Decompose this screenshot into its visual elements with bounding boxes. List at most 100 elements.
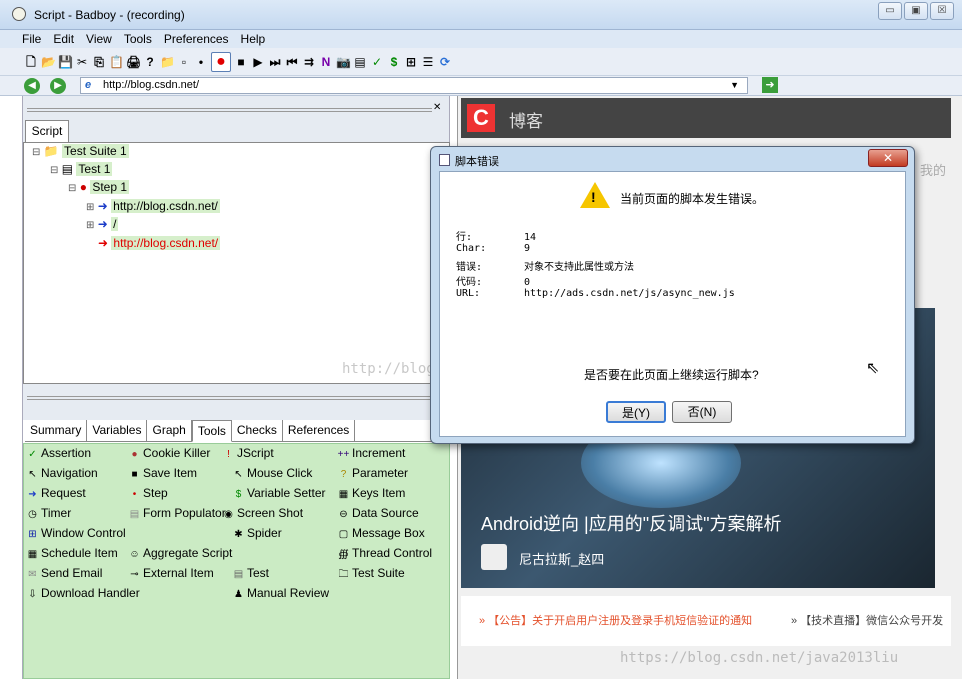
tool-aggregate-script[interactable]: ☺ Aggregate Script [128,544,232,563]
open-icon[interactable]: 📂 [41,54,56,70]
expand-icon[interactable]: ⊞ [86,202,94,213]
list-icon[interactable]: ☰ [421,54,435,70]
forward-icon[interactable]: ▶ [50,78,66,94]
refresh-icon[interactable]: ⟳ [438,54,452,70]
menu-tools[interactable]: Tools [124,32,152,46]
notice-link[interactable]: » 【公告】关于开启用户注册及登录手机短信验证的通知 [479,612,752,628]
tool-external-item[interactable]: ⊸ External Item [128,564,213,583]
collapse-icon[interactable]: ⊟ [50,165,58,176]
author-name[interactable]: 尼古拉斯_赵四 [519,549,604,568]
tool-data-source[interactable]: ⊖ Data Source [337,504,418,523]
tool-cookie-killer[interactable]: ● Cookie Killer [128,444,210,463]
save-icon[interactable]: 💾 [58,54,73,70]
no-button[interactable]: 否(N) [672,401,732,423]
tool-screen-shot[interactable]: ◉ Screen Shot [222,504,303,523]
close-button[interactable]: ☒ [930,2,954,20]
paste-icon[interactable]: 📋 [109,54,124,70]
tab-checks[interactable]: Checks [232,420,283,441]
splitter[interactable] [27,108,432,112]
play-icon[interactable]: ▶ [251,54,265,70]
tool-save-item[interactable]: ■ Save Item [128,464,197,483]
collapse-icon[interactable]: ⊟ [68,183,76,194]
rewind-icon[interactable]: ⏮ [285,54,299,70]
tool-keys-item[interactable]: ▦ Keys Item [337,484,406,503]
tool-message-box[interactable]: ▢ Message Box [337,524,425,543]
expand-icon[interactable]: ⊞ [86,220,94,231]
tool-increment[interactable]: ++ Increment [337,444,406,463]
tool-parameter[interactable]: ? Parameter [337,464,408,483]
tree-node-suite[interactable]: ⊟ 📁 Test Suite 1 [32,143,129,160]
cut-icon[interactable]: ✂ [75,54,89,70]
avatar[interactable] [481,544,507,570]
add-suite-icon[interactable]: 📁 [160,54,175,70]
navigation-icon[interactable]: N [319,54,333,70]
tool-assertion[interactable]: ✓ Assertion [26,444,91,463]
tool-send-email[interactable]: ✉ Send Email [26,564,102,583]
tree-node-request[interactable]: ⊞ ➜ http://blog.csdn.net/ [86,198,220,215]
assertion-icon[interactable]: ✓ [370,54,384,70]
form-icon[interactable]: ▤ [353,54,367,70]
tool-manual-review[interactable]: ♟ Manual Review [232,584,329,603]
close-pane-icon[interactable]: ✕ [433,102,441,113]
tab-variables[interactable]: Variables [87,420,148,441]
tool-jscript[interactable]: ! JScript [222,444,274,463]
tool-window-control[interactable]: ⊞ Window Control [26,524,125,543]
grid-icon[interactable]: ⊞ [404,54,418,70]
csdn-logo[interactable]: C [467,104,495,132]
screenshot-icon[interactable]: 📷 [336,54,351,70]
tool-navigation[interactable]: ↖ Navigation [26,464,97,483]
maximize-button[interactable]: ▣ [904,2,928,20]
url-input[interactable]: e http://blog.csdn.net/ ▼ [80,77,748,94]
tool-label: Aggregate Script [143,546,233,560]
tree-node-request[interactable]: ➜ http://blog.csdn.net/ [98,235,221,252]
tab-summary[interactable]: Summary [25,420,88,441]
notice-link[interactable]: » 【技术直播】微信公众号开发 [791,612,943,628]
splitter[interactable] [27,396,432,400]
tab-references[interactable]: References [283,420,356,441]
menu-file[interactable]: File [22,32,41,46]
tool-schedule-item[interactable]: ▦ Schedule Item [26,544,118,563]
hero-title[interactable]: Android逆向 |应用的"反调试"方案解析 [481,510,782,536]
tool-form-populator[interactable]: ▤ Form Populator [128,504,226,523]
yes-button[interactable]: 是(Y) [606,401,666,423]
record-icon[interactable]: ● [211,51,231,72]
add-test-icon[interactable]: ▫ [177,54,191,70]
variable-icon[interactable]: $ [387,54,401,70]
stop-icon[interactable]: ■ [234,54,248,70]
tab-tools[interactable]: Tools [191,420,232,442]
step-icon[interactable]: ⇉ [302,54,316,70]
tool-thread-control[interactable]: ∰ Thread Control [337,544,432,563]
tool-mouse-click[interactable]: ↖ Mouse Click [232,464,312,483]
back-icon[interactable]: ◀ [24,78,40,94]
tool-step[interactable]: • Step [128,484,168,503]
tool-timer[interactable]: ◷ Timer [26,504,71,523]
site-brand[interactable]: 博客 [509,107,543,132]
menu-help[interactable]: Help [241,32,266,46]
new-icon[interactable]: 🗋 [24,54,38,70]
tool-request[interactable]: ➜ Request [26,484,85,503]
help-icon[interactable]: ? [143,54,157,70]
copy-icon[interactable]: ⎘ [92,54,106,70]
add-step-icon[interactable]: • [194,54,208,70]
tool-test-suite[interactable]: 🗀 Test Suite [337,564,405,583]
tree-node-test[interactable]: ⊟ ▤ Test 1 [50,161,113,178]
tree-node-step[interactable]: ⊟ ● Step 1 [68,179,130,196]
collapse-icon[interactable]: ⊟ [32,147,40,158]
menu-edit[interactable]: Edit [53,32,74,46]
tab-script[interactable]: Script [25,120,69,142]
dialog-close-button[interactable]: ✕ [868,149,908,167]
tree-node-request[interactable]: ⊞ ➜ / [86,216,119,233]
tab-graph[interactable]: Graph [147,420,192,441]
tool-test[interactable]: ▤ Test [232,564,269,583]
tool-variable-setter[interactable]: $ Variable Setter [232,484,326,503]
chevron-down-icon[interactable]: ▼ [730,78,739,93]
menu-preferences[interactable]: Preferences [164,32,229,46]
play-all-icon[interactable]: ⏭ [268,54,282,70]
field-key: URL: [456,288,481,299]
minimize-button[interactable]: ▭ [878,2,902,20]
print-icon[interactable]: 🖨 [126,54,141,70]
tool-spider[interactable]: ✱ Spider [232,524,281,543]
tool-download-handler[interactable]: ⇩ Download Handler [26,584,139,603]
menu-view[interactable]: View [86,32,112,46]
go-icon[interactable]: ➜ [762,77,778,93]
